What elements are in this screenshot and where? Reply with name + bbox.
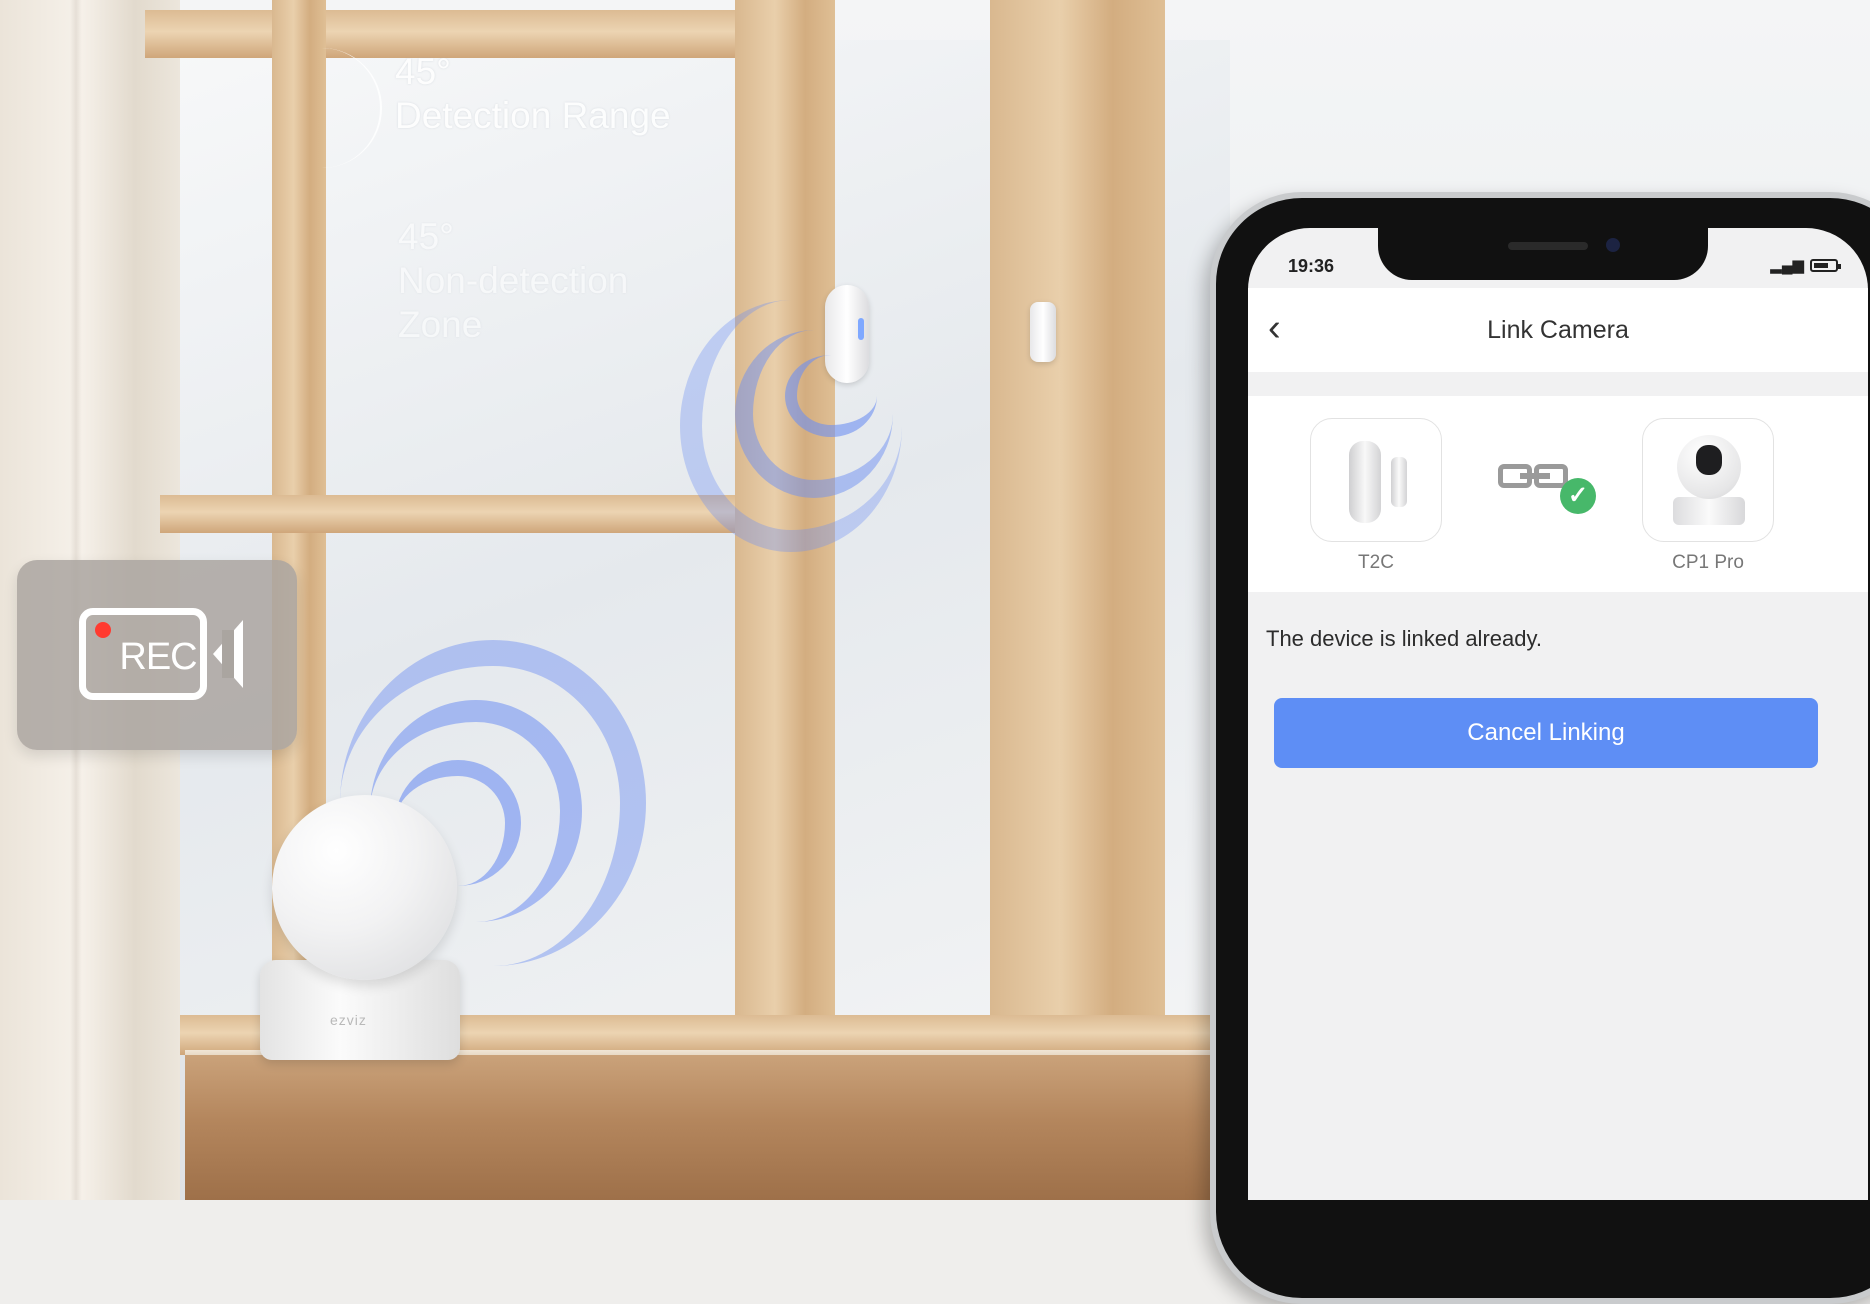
door-sensor-magnet-icon xyxy=(1391,457,1407,507)
detection-range-caption: 45° Detection Range xyxy=(395,50,671,138)
door-sensor-magnet xyxy=(1030,302,1056,362)
battery-icon xyxy=(1810,258,1841,272)
earpiece-speaker xyxy=(1508,242,1588,250)
signal-icon: ▂▄▆ xyxy=(1770,257,1804,274)
chevron-left-icon[interactable]: ‹ xyxy=(1268,308,1304,348)
status-time: 19:36 xyxy=(1288,256,1335,276)
camera-head xyxy=(272,795,457,980)
nondetection-line1: Non-detection xyxy=(398,260,629,301)
chain-link-icon xyxy=(1498,464,1570,488)
detection-angle: 45° xyxy=(395,51,451,92)
rec-badge: REC xyxy=(17,560,297,750)
page-title: Link Camera xyxy=(1487,316,1629,344)
phone-notch xyxy=(1378,228,1708,280)
linked-status-message: The device is linked already. xyxy=(1266,626,1542,651)
device-name-cp1-pro: CP1 Pro xyxy=(1672,552,1744,573)
phone-screen: 19:36 ▂▄▆ Link Camera ‹ T2C ✓ CP1 Pro Th… xyxy=(1248,228,1868,1200)
camera-lens-icon xyxy=(213,620,243,688)
cancel-linking-button[interactable]: Cancel Linking xyxy=(1274,698,1818,768)
device-name-t2c: T2C xyxy=(1358,552,1394,573)
non-detection-caption: 45° Non-detection Zone xyxy=(398,215,628,347)
status-icons: ▂▄▆ xyxy=(1770,256,1841,274)
linked-devices-card: T2C ✓ CP1 Pro xyxy=(1248,396,1868,592)
device-cp1-pro[interactable]: CP1 Pro xyxy=(1642,418,1774,574)
window-frame-middle xyxy=(160,495,740,533)
device-t2c[interactable]: T2C xyxy=(1310,418,1442,574)
check-icon: ✓ xyxy=(1560,478,1596,514)
detection-label: Detection Range xyxy=(395,95,671,136)
door-sensor-icon xyxy=(1349,441,1381,523)
camera-logo: ezviz xyxy=(330,1012,367,1028)
app-header: Link Camera ‹ xyxy=(1248,288,1868,372)
nondetection-angle: 45° xyxy=(398,216,454,257)
device-tile-t2c[interactable] xyxy=(1310,418,1442,542)
linked-chain-check-icon: ✓ xyxy=(1498,456,1596,516)
camera-base-icon xyxy=(1673,497,1745,525)
nondetection-line2: Zone xyxy=(398,304,483,345)
camera-lens-icon xyxy=(1696,445,1722,475)
window-sill xyxy=(185,1055,1225,1200)
device-tile-cp1-pro[interactable] xyxy=(1642,418,1774,542)
window-frame-right xyxy=(990,0,1165,1060)
rec-label: REC xyxy=(119,636,197,678)
sensor-signal-wave-inner xyxy=(785,355,877,437)
front-camera xyxy=(1606,238,1620,252)
